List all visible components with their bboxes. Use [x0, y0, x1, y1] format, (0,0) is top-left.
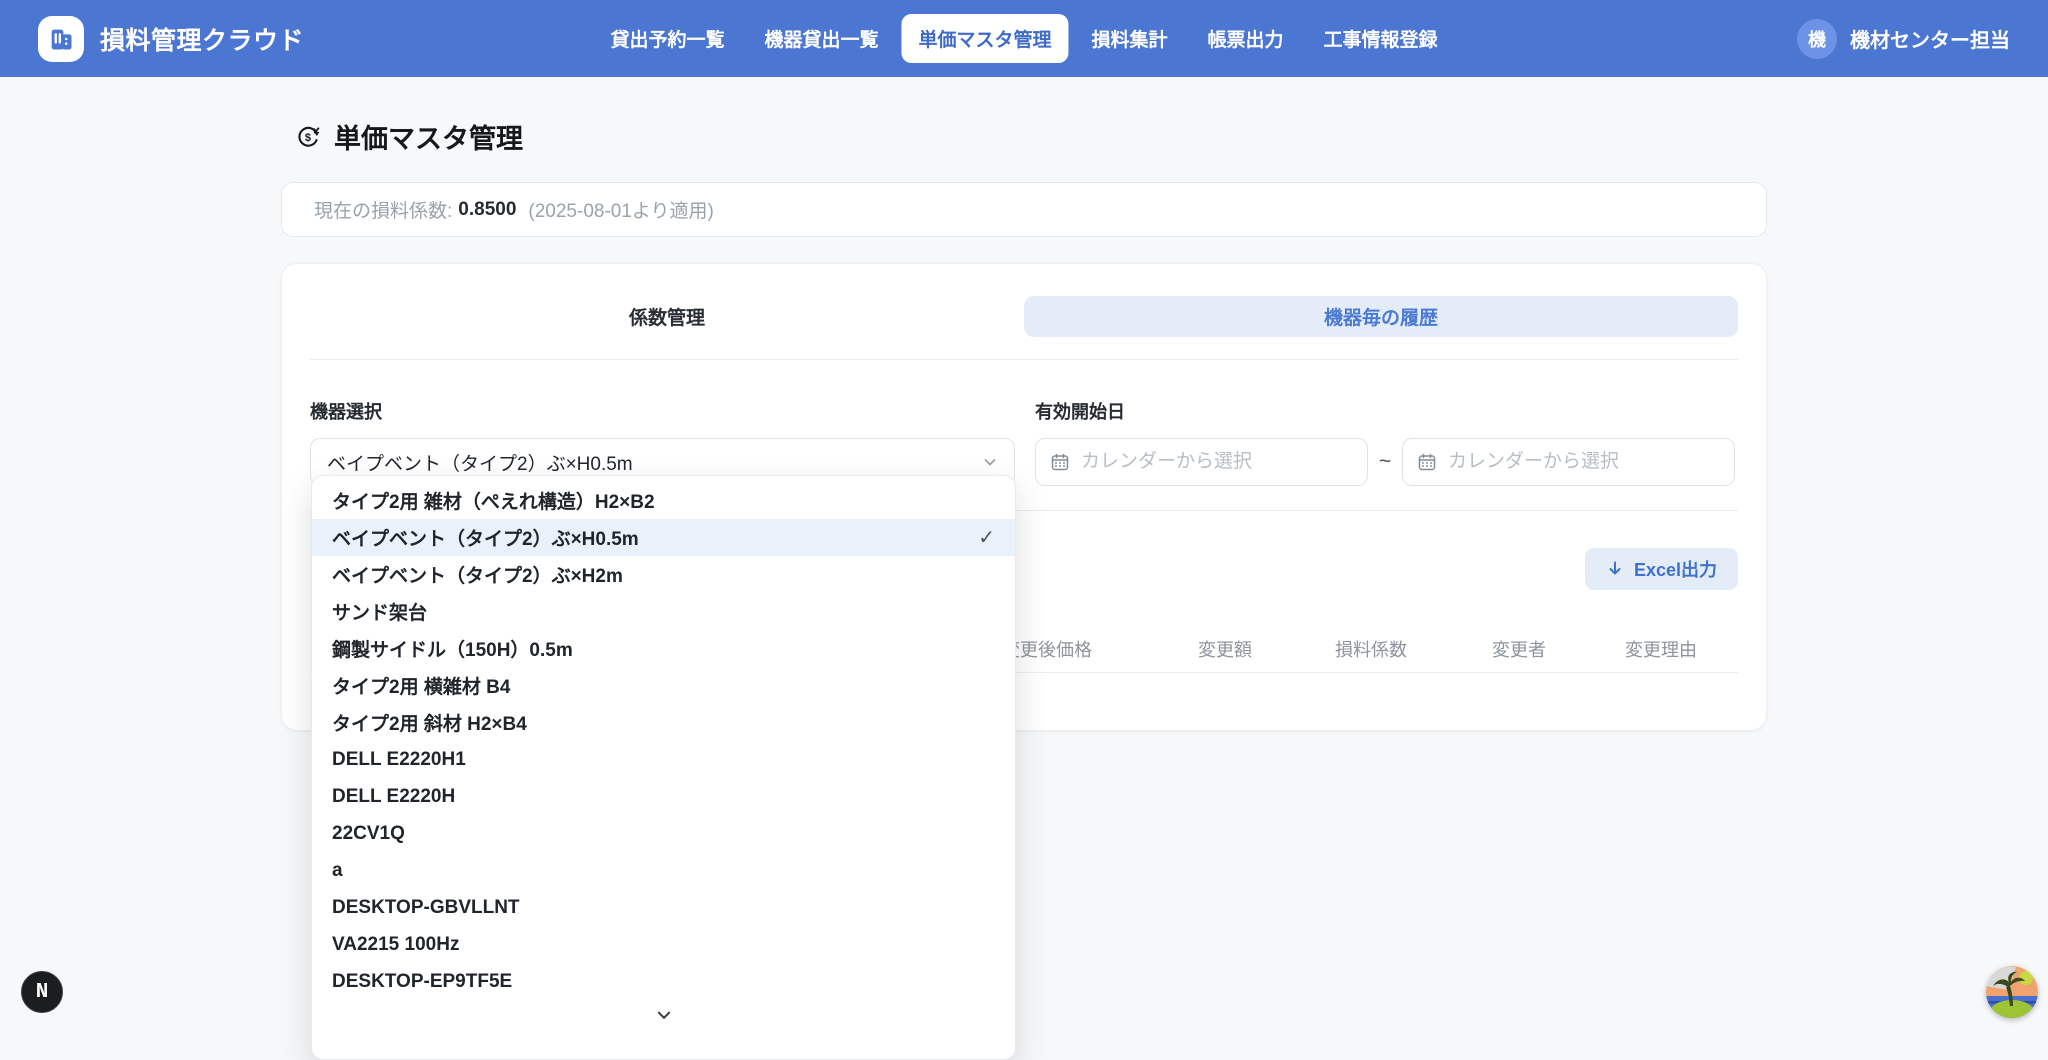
date-from-input[interactable]	[1081, 451, 1353, 473]
tabs-divider	[310, 359, 1738, 360]
dropdown-option[interactable]: a	[312, 852, 1015, 889]
date-range-group: 有効開始日 ~	[1035, 398, 1738, 486]
chevron-down-icon	[655, 1006, 673, 1024]
device-select-value: ベイプベント（タイプ2）ぶ×H0.5m	[327, 449, 982, 476]
dropdown-option[interactable]: DESKTOP-GBVLLNT	[312, 889, 1015, 926]
col-change-amount: 変更額	[1198, 636, 1252, 662]
excel-export-label: Excel出力	[1634, 556, 1717, 582]
brand[interactable]: 損料管理クラウド	[38, 16, 304, 62]
coefficient-prefix: 現在の損料係数:	[314, 196, 452, 223]
chevron-down-icon	[982, 454, 998, 470]
dropdown-option[interactable]: タイプ2用 横雑材 B4	[312, 667, 1015, 704]
col-change-reason: 変更理由	[1625, 636, 1697, 662]
date-to-input[interactable]	[1448, 451, 1720, 473]
dropdown-option[interactable]: タイプ2用 斜材 H2×B4	[312, 704, 1015, 741]
top-navbar: 損料管理クラウド 貸出予約一覧 機器貸出一覧 単価マスタ管理 損料集計 帳票出力…	[0, 0, 2048, 77]
dropdown-option[interactable]: サンド架台	[312, 593, 1015, 630]
page-title-row: $ 単価マスタ管理	[281, 117, 1767, 156]
dropdown-option[interactable]: タイプ2用 雑材（ぺえれ構造）H2×B2	[312, 482, 1015, 519]
user-menu[interactable]: 機 機材センター担当	[1797, 19, 2010, 59]
app-title: 損料管理クラウド	[100, 21, 304, 57]
dollar-refresh-icon: $	[294, 123, 322, 151]
nav-item-rental-reservations[interactable]: 貸出予約一覧	[593, 14, 741, 63]
dropdown-option[interactable]: ベイプベント（タイプ2）ぶ×H2m	[312, 556, 1015, 593]
date-range-inputs: ~	[1035, 438, 1738, 486]
dropdown-option[interactable]: DESKTOP-EP9TF5E	[312, 963, 1015, 1000]
svg-text:$: $	[305, 132, 311, 144]
device-select-group: 機器選択 ベイプベント（タイプ2）ぶ×H0.5m	[310, 398, 1015, 486]
nav-item-construction-info[interactable]: 工事情報登録	[1307, 14, 1455, 63]
tab-device-history[interactable]: 機器毎の履歴	[1024, 296, 1738, 337]
avatar: 機	[1797, 19, 1837, 59]
nav-item-unit-price-master[interactable]: 単価マスタ管理	[901, 14, 1068, 63]
coefficient-value: 0.8500	[458, 199, 516, 221]
dropdown-option[interactable]: 22CV1Q	[312, 815, 1015, 852]
tab-bar: 係数管理 機器毎の履歴	[310, 296, 1738, 337]
filter-row: 機器選択 ベイプベント（タイプ2）ぶ×H0.5m 有効開始日	[310, 398, 1738, 486]
nav-item-fee-summary[interactable]: 損料集計	[1075, 14, 1185, 63]
excel-export-button[interactable]: Excel出力	[1585, 548, 1738, 590]
col-changed-by: 変更者	[1492, 636, 1546, 662]
main-nav: 貸出予約一覧 機器貸出一覧 単価マスタ管理 損料集計 帳票出力 工事情報登録	[593, 14, 1454, 63]
nav-item-report-output[interactable]: 帳票出力	[1191, 14, 1301, 63]
calendar-icon	[1417, 452, 1437, 472]
palm-island-extension-badge[interactable]	[1986, 966, 2038, 1018]
current-coefficient-bar: 現在の損料係数: 0.8500 (2025-08-01より適用)	[281, 182, 1767, 237]
calendar-icon	[1050, 452, 1070, 472]
range-separator: ~	[1368, 450, 1402, 474]
dropdown-option-label: ベイプベント（タイプ2）ぶ×H0.5m	[332, 524, 639, 551]
device-select-label: 機器選択	[310, 398, 1015, 424]
dropdown-option-selected[interactable]: ベイプベント（タイプ2）ぶ×H0.5m ✓	[312, 519, 1015, 556]
user-name: 機材センター担当	[1850, 24, 2010, 53]
coefficient-suffix: (2025-08-01より適用)	[528, 196, 713, 223]
col-fee-coefficient: 損料係数	[1335, 636, 1407, 662]
date-to-field[interactable]	[1402, 438, 1735, 486]
dropdown-option[interactable]: VA2215 100Hz	[312, 926, 1015, 963]
dropdown-scroll-more[interactable]	[312, 1000, 1015, 1030]
check-icon: ✓	[978, 525, 995, 550]
dropdown-option[interactable]: DELL E2220H1	[312, 741, 1015, 778]
download-icon	[1606, 560, 1624, 578]
dropdown-option[interactable]: 鋼製サイドル（150H）0.5m	[312, 630, 1015, 667]
nav-item-equipment-lending[interactable]: 機器貸出一覧	[747, 14, 895, 63]
page-title: 単価マスタ管理	[334, 117, 523, 156]
start-date-label: 有効開始日	[1035, 398, 1738, 424]
device-select-dropdown: タイプ2用 雑材（ぺえれ構造）H2×B2 ベイプベント（タイプ2）ぶ×H0.5m…	[311, 475, 1016, 1060]
date-from-field[interactable]	[1035, 438, 1368, 486]
dropdown-option[interactable]: DELL E2220H	[312, 778, 1015, 815]
app-logo-icon	[38, 16, 84, 62]
tab-coefficient-management[interactable]: 係数管理	[310, 296, 1024, 337]
nextjs-dev-badge[interactable]: N	[21, 971, 63, 1013]
